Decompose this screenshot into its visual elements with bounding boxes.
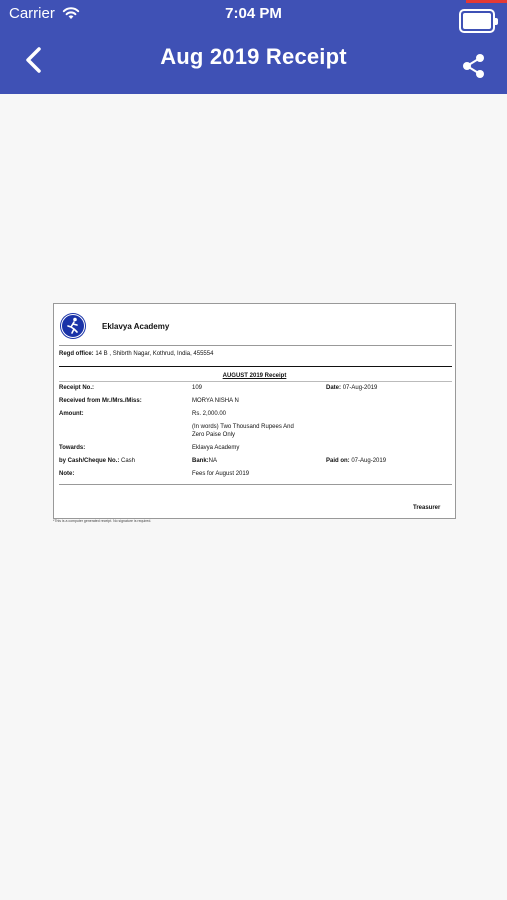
payment-mode-value: Cash [121, 458, 136, 464]
runner-icon [61, 314, 85, 338]
academy-logo [60, 313, 86, 339]
received-from-label: Received from Mr./Mrs./Miss: [59, 398, 142, 404]
bank-value: NA [208, 458, 218, 464]
amount-value: Rs. 2,000.00 [192, 411, 227, 417]
registered-office: Regd office: 14 B , Shibrth Nagar, Kothr… [59, 351, 213, 357]
regd-label: Regd office: [59, 351, 94, 357]
date-label: Date: [326, 385, 342, 391]
paid-on-label: Paid on: [326, 458, 350, 464]
bank-label: Bank: [192, 458, 209, 464]
receipt-footnote: *This is a computer generated receipt. N… [53, 519, 152, 523]
payment-mode: by Cash/Cheque No.: Cash [59, 458, 135, 464]
towards-label: Towards: [59, 445, 86, 451]
page-title: Aug 2019 Receipt [160, 44, 347, 69]
status-bar: Carrier 7:04 PM [0, 0, 507, 33]
receipt-no-label: Receipt No.: [59, 385, 95, 391]
regd-address: 14 B , Shibrth Nagar, Kothrud, India, 45… [95, 351, 214, 357]
received-from-value: MORYA NISHA N [192, 398, 239, 404]
divider [59, 484, 452, 485]
divider [59, 366, 452, 367]
divider [59, 345, 452, 346]
receipt-date: Date: 07-Aug-2019 [326, 385, 377, 391]
status-time: 7:04 PM [225, 5, 282, 22]
receipt-document: Eklavya Academy Regd office: 14 B , Shib… [53, 303, 456, 519]
amount-words-line1: (In words) Two Thousand Rupees And [192, 424, 294, 430]
organization-name: Eklavya Academy [102, 322, 170, 331]
paid-on-value: 07-Aug-2019 [351, 458, 387, 464]
receipt-title: AUGUST 2019 Receipt [222, 373, 287, 379]
towards-value: Eklavya Academy [192, 445, 240, 451]
receipt-no-value: 109 [192, 385, 203, 391]
battery-full-icon [459, 9, 498, 33]
amount-words-line2: Zero Paise Only [192, 432, 236, 438]
amount-label: Amount: [59, 411, 84, 417]
bank: Bank:NA [192, 458, 217, 464]
app-bar: Carrier 7:04 PM Aug 2019 Receipt [0, 0, 507, 94]
payment-mode-label: by Cash/Cheque No.: [59, 458, 120, 464]
treasurer-signature-label: Treasurer [413, 505, 441, 511]
date-value: 07-Aug-2019 [342, 385, 378, 391]
divider [59, 381, 452, 382]
note-value: Fees for August 2019 [192, 471, 250, 477]
note-label: Note: [59, 471, 75, 477]
paid-on: Paid on: 07-Aug-2019 [326, 458, 386, 464]
share-icon[interactable] [461, 52, 487, 80]
